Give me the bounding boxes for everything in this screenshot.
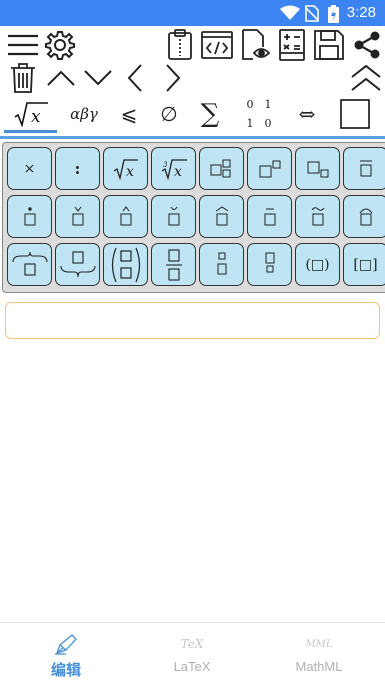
chevron-left-icon[interactable] <box>124 64 146 92</box>
wifi-icon <box>280 5 300 20</box>
tab-templates[interactable] <box>335 94 375 134</box>
bottom-nav: 编辑 TeX LaTeX MML MathML <box>0 622 385 686</box>
delete-icon[interactable] <box>10 62 36 94</box>
clock: 3:28 <box>346 4 376 21</box>
times-key[interactable]: × <box>7 147 52 190</box>
tab-operators[interactable]: ∑ <box>193 94 227 134</box>
overbrace-key[interactable] <box>7 243 52 286</box>
matrix-preview: 0 1 1 0 <box>241 98 277 130</box>
overbar-key[interactable] <box>343 147 385 190</box>
nav-mathml-label: MathML <box>295 659 343 674</box>
small-stack-key[interactable] <box>199 243 244 286</box>
colon-key[interactable]: : <box>55 147 100 190</box>
tab-radicals[interactable]: x <box>6 94 56 134</box>
chevron-up-icon[interactable] <box>46 66 76 90</box>
category-tabs: x αβγ ⩽ ∅ ∑ 0 1 1 0 ⇔ <box>0 94 385 134</box>
parentheses-key[interactable]: (□) <box>295 243 340 286</box>
root-index-text: 3 <box>163 161 168 169</box>
mml-icon: MML <box>305 638 333 650</box>
active-tab-indicator <box>4 130 57 133</box>
tiny-stack-key[interactable] <box>247 243 292 286</box>
no-sim-icon <box>305 5 319 22</box>
matrix-cell: 1 <box>264 98 272 111</box>
underbrace-key[interactable] <box>55 243 100 286</box>
formula-input[interactable] <box>5 302 380 339</box>
sqrt-key[interactable]: x <box>103 147 148 190</box>
nav-latex[interactable]: TeX LaTeX <box>128 623 256 687</box>
clipboard-icon[interactable] <box>164 28 196 62</box>
caron-accent-key[interactable] <box>55 195 100 238</box>
pen-icon <box>54 633 78 655</box>
tab-relations[interactable]: ⩽ <box>112 94 146 134</box>
tab-divider <box>0 136 385 139</box>
matrix-cell: 1 <box>246 117 254 130</box>
toolbar-row-1 <box>0 28 385 62</box>
arc-key[interactable] <box>343 195 385 238</box>
battery-charging-icon <box>328 5 339 23</box>
toolbar-row-2 <box>0 62 385 94</box>
tab-arrows[interactable]: ⇔ <box>290 94 324 134</box>
wide-hat-key[interactable] <box>199 195 244 238</box>
tab-greek[interactable]: αβγ <box>62 94 106 134</box>
subscript-key[interactable] <box>295 147 340 190</box>
tex-icon: TeX <box>180 637 204 651</box>
matrix-cell: 0 <box>246 98 254 111</box>
status-bar: 3:28 <box>0 0 385 26</box>
breve-accent-key[interactable] <box>151 195 196 238</box>
share-icon[interactable] <box>352 30 382 60</box>
nav-edit-label: 编辑 <box>50 662 81 679</box>
collapse-icon[interactable] <box>350 64 382 92</box>
save-icon[interactable] <box>313 29 345 61</box>
svg-text:x: x <box>31 107 41 127</box>
code-icon[interactable] <box>200 29 234 61</box>
nav-edit[interactable]: 编辑 <box>2 623 130 687</box>
chevron-down-icon[interactable] <box>83 66 113 90</box>
chevron-right-icon[interactable] <box>162 64 184 92</box>
menu-icon[interactable] <box>6 30 40 60</box>
nth-root-key[interactable]: 3x <box>151 147 196 190</box>
cbrt-x-text: x <box>174 164 182 180</box>
binomial-key[interactable] <box>103 243 148 286</box>
sqrt-x-text: x <box>126 164 134 180</box>
settings-icon[interactable] <box>44 29 76 61</box>
matrix-cell: 0 <box>264 117 272 130</box>
nav-mathml[interactable]: MML MathML <box>255 623 383 687</box>
sub-superscript-key[interactable] <box>199 147 244 190</box>
macron-key[interactable] <box>247 195 292 238</box>
calculator-icon[interactable] <box>277 28 307 62</box>
dot-accent-key[interactable] <box>7 195 52 238</box>
nav-latex-label: LaTeX <box>173 659 211 674</box>
wide-tilde-key[interactable] <box>295 195 340 238</box>
tab-matrix[interactable]: 0 1 1 0 <box>238 94 280 134</box>
symbol-keypad: × : x 3x (□) [□] <box>2 142 385 293</box>
hat-accent-key[interactable] <box>103 195 148 238</box>
brackets-key[interactable]: [□] <box>343 243 385 286</box>
fraction-key[interactable] <box>151 243 196 286</box>
superscript-key[interactable] <box>247 147 292 190</box>
tab-sets[interactable]: ∅ <box>152 94 186 134</box>
preview-icon[interactable] <box>240 28 272 62</box>
